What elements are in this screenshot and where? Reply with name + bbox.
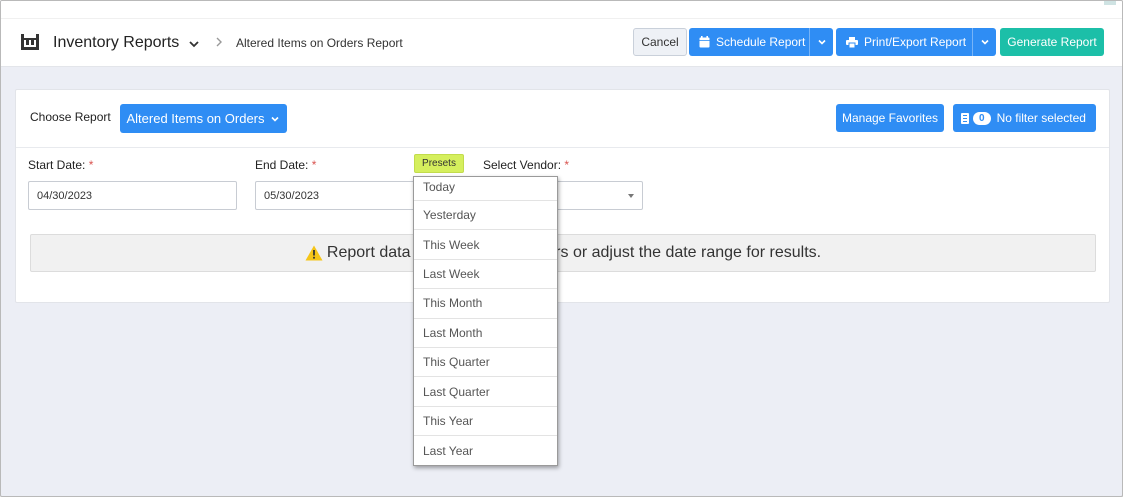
start-date-label-text: Start Date:: [28, 158, 86, 172]
print-dropdown-toggle[interactable]: [972, 28, 996, 56]
preset-option-last-week[interactable]: Last Week: [414, 260, 557, 290]
top-strip: [1, 1, 1122, 19]
presets-dropdown: Today Yesterday This Week Last Week This…: [413, 176, 558, 466]
chevron-down-icon: [270, 116, 279, 122]
calendar-icon: [699, 36, 710, 48]
preset-option-today[interactable]: Today: [414, 177, 557, 201]
chevron-right-icon: [216, 37, 222, 47]
report-toolbar: Choose Report Altered Items on Orders Ma…: [16, 90, 1109, 148]
chevron-down-icon[interactable]: [187, 37, 201, 51]
chevron-down-icon: [817, 39, 826, 45]
end-date-label-text: End Date:: [255, 158, 309, 172]
corner-mark: [1104, 1, 1116, 5]
factory-icon: [21, 34, 39, 50]
notice-text: Report data is empty. Adjust filters or …: [326, 244, 822, 261]
caret-down-icon: [628, 194, 634, 198]
vendor-label-text: Select Vendor:: [483, 158, 562, 172]
schedule-report-label: Schedule Report: [716, 35, 806, 49]
print-export-label: Print/Export Report: [864, 35, 967, 49]
required-mark: *: [88, 158, 94, 172]
generate-report-button[interactable]: Generate Report: [1000, 28, 1104, 56]
end-date-input[interactable]: 05/30/2023: [255, 181, 415, 210]
preset-option-yesterday[interactable]: Yesterday: [414, 201, 557, 231]
report-select-button[interactable]: Altered Items on Orders: [120, 104, 287, 133]
empty-report-notice: Report data is empty. Adjust filters or …: [30, 234, 1096, 272]
warning-icon: [305, 245, 323, 261]
report-card: Choose Report Altered Items on Orders Ma…: [15, 89, 1110, 303]
printer-icon: [846, 36, 858, 48]
end-date-label: End Date: *: [255, 158, 316, 172]
preset-option-this-week[interactable]: This Week: [414, 230, 557, 260]
presets-button[interactable]: Presets: [414, 154, 464, 173]
required-mark: *: [564, 158, 570, 172]
schedule-report-button[interactable]: Schedule Report: [689, 28, 833, 56]
cancel-button[interactable]: Cancel: [633, 28, 687, 56]
filter-button[interactable]: 0 No filter selected: [953, 104, 1096, 132]
vendor-label: Select Vendor: *: [483, 158, 569, 172]
filter-list-icon: [961, 112, 969, 124]
filter-label: No filter selected: [996, 111, 1086, 125]
report-select-label: Altered Items on Orders: [126, 111, 265, 126]
schedule-dropdown-toggle[interactable]: [809, 28, 833, 56]
choose-report-label: Choose Report: [30, 110, 111, 124]
preset-option-this-month[interactable]: This Month: [414, 289, 557, 319]
preset-option-this-year[interactable]: This Year: [414, 407, 557, 437]
preset-option-last-quarter[interactable]: Last Quarter: [414, 377, 557, 407]
chevron-down-icon: [980, 39, 989, 45]
print-export-button[interactable]: Print/Export Report: [836, 28, 996, 56]
start-date-input[interactable]: 04/30/2023: [28, 181, 237, 210]
app-title[interactable]: Inventory Reports: [53, 34, 179, 52]
page-header: Inventory Reports Altered Items on Order…: [1, 19, 1122, 67]
preset-option-last-year[interactable]: Last Year: [414, 436, 557, 465]
app-window: Inventory Reports Altered Items on Order…: [0, 0, 1123, 497]
required-mark: *: [311, 158, 317, 172]
preset-option-this-quarter[interactable]: This Quarter: [414, 348, 557, 378]
filter-count-badge: 0: [973, 111, 991, 125]
breadcrumb: Altered Items on Orders Report: [236, 36, 403, 50]
start-date-label: Start Date: *: [28, 158, 93, 172]
preset-option-last-month[interactable]: Last Month: [414, 319, 557, 348]
manage-favorites-button[interactable]: Manage Favorites: [836, 104, 944, 132]
